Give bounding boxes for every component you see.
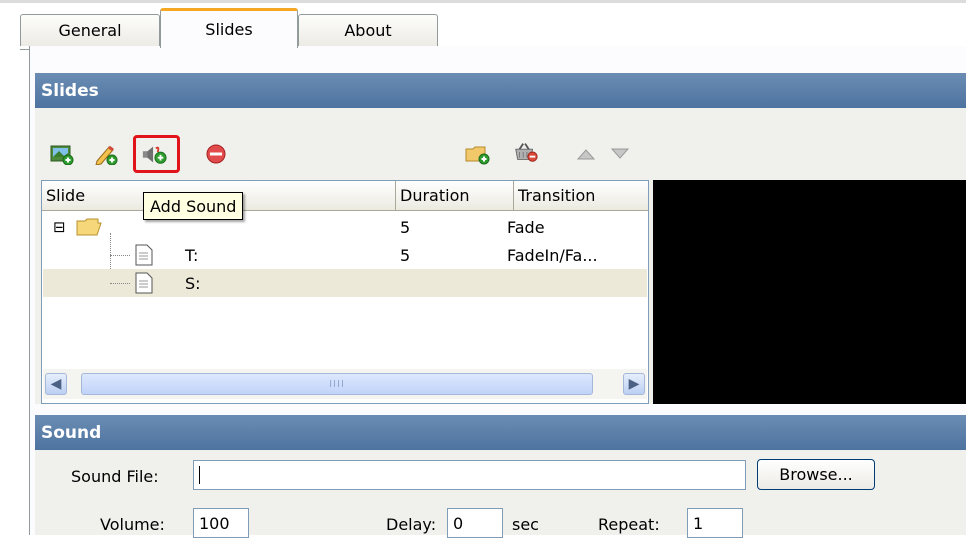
column-transition-label: Transition: [518, 186, 596, 205]
scrollbar-thumb[interactable]: IIII: [81, 373, 593, 395]
add-sound-tooltip: Add Sound: [143, 192, 244, 220]
tree-line: [110, 255, 130, 256]
slide-transition: FadeIn/Fa...: [507, 245, 598, 265]
slides-section-header: Slides: [35, 73, 966, 108]
slides-section-title: Slides: [41, 80, 99, 101]
collapse-toggle-icon[interactable]: ⊟: [53, 213, 66, 241]
tab-slides[interactable]: Slides: [160, 8, 298, 48]
tab-about[interactable]: About: [298, 14, 438, 46]
delay-input[interactable]: 0: [447, 508, 503, 538]
tab-slides-label: Slides: [205, 20, 253, 39]
tree-line: [110, 283, 130, 284]
slide-duration: 5: [400, 217, 411, 237]
add-folder-icon[interactable]: [465, 141, 491, 167]
slide-preview: [653, 180, 966, 404]
slide-name: T:: [185, 245, 199, 265]
volume-input[interactable]: 100: [193, 508, 249, 538]
table-row[interactable]: S:: [43, 269, 647, 297]
column-duration-label: Duration: [400, 186, 470, 205]
slide-name: S:: [185, 273, 201, 293]
sound-file-label: Sound File:: [71, 467, 159, 486]
add-image-icon[interactable]: [49, 141, 75, 167]
table-row[interactable]: T: 5 FadeIn/Fa...: [43, 233, 647, 289]
sound-section-header: Sound: [35, 415, 966, 450]
volume-label: Volume:: [100, 515, 165, 534]
column-slide-label: Slide: [46, 186, 86, 205]
sound-file-input[interactable]: [193, 460, 746, 490]
delay-label: Delay:: [386, 515, 437, 534]
file-icon: [135, 241, 153, 269]
sound-section-title: Sound: [41, 422, 102, 443]
scroll-left-arrow-icon[interactable]: ◀: [45, 373, 67, 395]
text-cursor: [199, 466, 200, 484]
move-down-icon[interactable]: [607, 141, 633, 167]
move-up-icon[interactable]: [573, 141, 599, 167]
horizontal-scrollbar[interactable]: ◀ IIII ▶: [43, 369, 647, 399]
browse-label: Browse...: [779, 465, 853, 484]
slide-transition: Fade: [507, 217, 545, 237]
tab-about-label: About: [344, 21, 392, 40]
edit-slide-icon[interactable]: [93, 141, 119, 167]
scroll-right-arrow-icon[interactable]: ▶: [623, 373, 645, 395]
tab-general-label: General: [58, 21, 122, 40]
browse-button[interactable]: Browse...: [757, 459, 875, 490]
tab-bar: General Slides About: [20, 4, 966, 50]
table-row[interactable]: ⊟ 5 Fade: [43, 213, 647, 241]
slide-duration: 5: [400, 245, 411, 265]
remove-icon[interactable]: [203, 141, 229, 167]
add-sound-highlight: [133, 135, 180, 173]
file-icon: [135, 269, 153, 297]
delete-basket-icon[interactable]: [513, 139, 539, 165]
tooltip-text: Add Sound: [150, 196, 237, 216]
top-edge: [0, 0, 966, 3]
repeat-label: Repeat:: [598, 515, 660, 534]
slides-tree-grid[interactable]: Slide Duration Transition ⊟ 5 Fade T: 5 …: [41, 180, 649, 404]
column-header-transition[interactable]: Transition: [514, 181, 648, 211]
tab-general[interactable]: General: [20, 14, 160, 46]
delay-unit: sec: [512, 515, 539, 534]
column-header-duration[interactable]: Duration: [396, 181, 514, 211]
repeat-input[interactable]: 1: [687, 508, 743, 538]
folder-icon: [76, 213, 102, 241]
